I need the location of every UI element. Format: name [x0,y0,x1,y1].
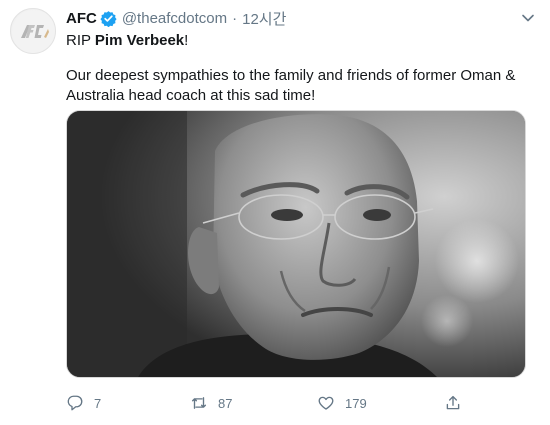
reply-button[interactable]: 7 [66,392,101,414]
reply-icon [67,395,83,411]
retweet-button[interactable]: 87 [190,392,232,414]
tweet-text-bold: Pim Verbeek [94,32,185,49]
tweet-actions: 7 87 179 [66,392,526,414]
author-handle[interactable]: @theafcdotcom [122,10,227,27]
tweet-text-suffix: ! [184,32,189,49]
verified-badge-icon [100,10,117,27]
tweet-timestamp[interactable]: 12시간 [242,8,286,29]
like-count: 179 [345,395,367,411]
share-button[interactable] [444,392,472,414]
retweet-icon [191,397,207,409]
tweet-body: Our deepest sympathies to the family and… [66,67,516,104]
tweet-header: AFC @theafcdotcom · 12시간 [66,8,286,28]
retweet-count: 87 [218,395,233,411]
tweet-photo[interactable] [66,110,526,378]
like-button[interactable]: 179 [317,392,367,414]
meta-separator: · [232,9,238,27]
share-icon [446,395,460,410]
author-name[interactable]: AFC [66,10,97,27]
reply-count: 7 [94,395,102,411]
chevron-down-icon[interactable] [520,10,536,26]
author-avatar[interactable] [10,8,56,54]
heart-icon [318,396,334,410]
tweet-card[interactable]: AFC @theafcdotcom · 12시간 RIP Pim Verbeek… [0,0,550,425]
portrait-photo [67,111,525,377]
afc-logo-icon [12,10,55,53]
tweet-text-prefix: RIP [66,32,95,49]
tweet-first-line: RIP Pim Verbeek! [66,31,188,51]
